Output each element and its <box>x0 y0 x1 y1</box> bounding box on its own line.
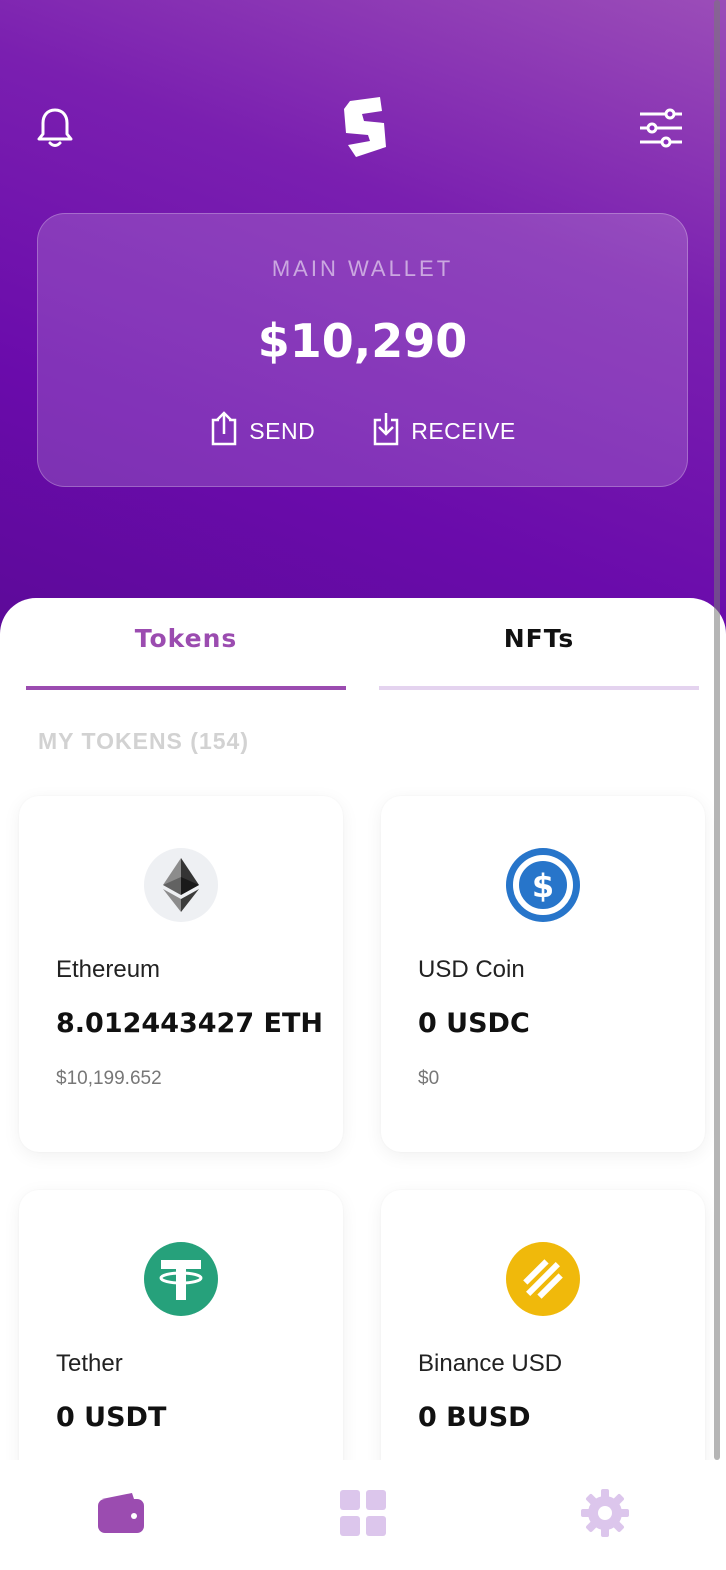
tab-tokens[interactable]: Tokens <box>26 624 346 690</box>
token-balance: 0 USDC <box>418 1008 530 1039</box>
usdc-icon: $ <box>506 848 580 922</box>
gear-icon <box>581 1489 629 1541</box>
tokens-sheet: Tokens NFTs MY TOKENS (154) Ethereum 8.0… <box>0 598 726 1570</box>
send-label: SEND <box>249 417 316 444</box>
wallet-icon <box>96 1491 146 1539</box>
wallet-actions: SEND RECEIVE <box>38 410 687 452</box>
token-value: $10,199.652 <box>56 1068 162 1089</box>
token-value: $0 <box>418 1068 440 1089</box>
nav-settings[interactable] <box>575 1485 635 1545</box>
receive-button[interactable]: RECEIVE <box>371 410 515 452</box>
sliders-icon[interactable] <box>633 100 689 156</box>
app-logo <box>334 96 394 160</box>
tether-icon <box>144 1242 218 1316</box>
send-icon <box>209 410 239 452</box>
send-button[interactable]: SEND <box>209 410 315 452</box>
scrollbar[interactable] <box>714 0 720 1460</box>
bottom-nav <box>0 1460 726 1570</box>
token-name: USD Coin <box>418 956 525 983</box>
token-card-ethereum[interactable]: Ethereum 8.012443427 ETH $10,199.652 <box>19 796 343 1152</box>
receive-icon <box>371 410 401 452</box>
token-balance: 0 USDT <box>56 1402 167 1433</box>
tab-nfts[interactable]: NFTs <box>379 624 699 690</box>
wallet-balance: $10,290 <box>257 314 468 368</box>
token-name: Binance USD <box>418 1350 563 1377</box>
ethereum-icon <box>144 848 218 922</box>
svg-text:$: $ <box>532 867 554 905</box>
my-tokens-label: MY TOKENS (154) <box>38 728 249 754</box>
token-balance: 0 BUSD <box>418 1402 531 1433</box>
token-card-usd-coin[interactable]: $ USD Coin 0 USDC $0 <box>381 796 705 1152</box>
wallet-title: MAIN WALLET <box>271 256 454 281</box>
main-wallet-card: MAIN WALLET $10,290 SEND RECEIVE <box>37 213 688 487</box>
receive-label: RECEIVE <box>411 417 516 444</box>
token-balance: 8.012443427 ETH <box>56 1008 323 1039</box>
nav-wallet[interactable] <box>91 1485 151 1545</box>
grid-icon <box>339 1489 387 1541</box>
token-name: Tether <box>56 1350 123 1377</box>
busd-icon <box>506 1242 580 1316</box>
nav-apps[interactable] <box>333 1485 393 1545</box>
token-name: Ethereum <box>56 956 161 983</box>
bell-icon[interactable] <box>27 100 83 156</box>
